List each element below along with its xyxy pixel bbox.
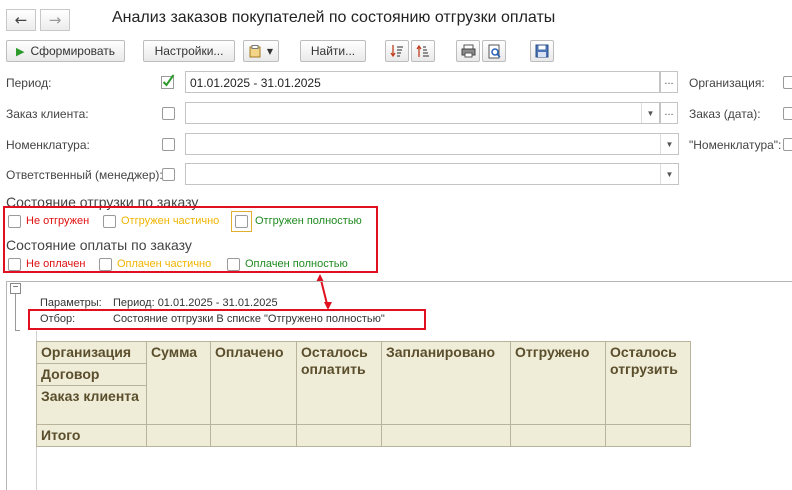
total-left-to-ship (605, 424, 691, 447)
print-preview-icon (488, 44, 501, 58)
sort-ascending-icon (390, 45, 403, 58)
payment-status-title: Состояние оплаты по заказу (6, 237, 192, 253)
client-order-field[interactable]: ▼ (185, 102, 660, 124)
nomenclature-quoted-label: "Номенклатура": (689, 138, 782, 152)
filter-value: Состояние отгрузки В списке "Отгружено п… (113, 313, 385, 325)
check-icon (161, 74, 175, 89)
report-left-border (6, 281, 7, 490)
total-paid (210, 424, 297, 447)
preview-button[interactable] (482, 40, 506, 62)
window-title: Анализ заказов покупателей по состоянию … (112, 9, 556, 26)
find-button[interactable]: Найти... (300, 40, 366, 62)
order-date-label: Заказ (дата): (689, 107, 761, 121)
minus-icon: − (12, 282, 19, 293)
save-button[interactable] (530, 40, 554, 62)
not-paid-label: Не оплачен (26, 258, 86, 270)
manager-checkbox[interactable] (162, 168, 175, 181)
not-paid-checkbox[interactable] (8, 258, 21, 271)
total-left-to-pay (296, 424, 382, 447)
header-sum: Сумма (146, 341, 211, 425)
header-left-to-ship: Осталось отгрузить (605, 341, 691, 425)
not-shipped-label: Не отгружен (26, 215, 90, 227)
variants-dropdown-button[interactable]: ▼ (243, 40, 279, 62)
organization-label: Организация: (689, 76, 765, 90)
header-left-to-pay: Осталось оплатить (296, 341, 382, 425)
client-order-checkbox[interactable] (162, 107, 175, 120)
sort-descending-button[interactable] (411, 40, 435, 62)
chevron-down-icon[interactable]: ▼ (660, 164, 678, 184)
generate-button[interactable]: ▶ Сформировать (6, 40, 125, 62)
print-button[interactable] (456, 40, 480, 62)
floppy-disk-icon (535, 44, 549, 58)
group-line (15, 294, 16, 330)
group-line-end (15, 330, 20, 331)
sort-ascending-button[interactable] (385, 40, 409, 62)
header-shipped: Отгружено (510, 341, 606, 425)
collapse-group-button[interactable]: − (10, 283, 21, 294)
chevron-down-icon[interactable]: ▼ (641, 103, 659, 123)
period-checkbox[interactable] (161, 74, 175, 89)
organization-checkbox[interactable] (783, 76, 792, 89)
manager-field[interactable]: ▼ (185, 163, 679, 185)
partially-paid-checkbox[interactable] (99, 258, 112, 271)
settings-button[interactable]: Настройки... (143, 40, 235, 62)
nomenclature-quoted-checkbox[interactable] (783, 138, 792, 151)
header-contract: Договор (36, 363, 147, 386)
nomenclature-checkbox[interactable] (162, 138, 175, 151)
total-label: Итого (36, 424, 147, 447)
partially-shipped-checkbox[interactable] (103, 215, 116, 228)
partially-shipped-label: Отгружен частично (121, 215, 220, 227)
total-planned (381, 424, 511, 447)
fully-paid-checkbox[interactable] (227, 258, 240, 271)
report-table: Организация Сумма Оплачено Осталось опла… (36, 341, 691, 447)
chevron-down-icon: ▼ (266, 46, 274, 56)
client-order-choose-button[interactable]: ... (660, 102, 678, 124)
fully-shipped-checkbox[interactable] (235, 215, 248, 228)
arrow-left-icon: ← (14, 11, 28, 29)
play-icon: ▶ (15, 45, 25, 58)
generate-label: Сформировать (30, 44, 116, 58)
parameters-value: Период: 01.01.2025 - 31.01.2025 (113, 297, 278, 309)
parameters-label: Параметры: (40, 297, 102, 309)
header-planned: Запланировано (381, 341, 511, 425)
forward-button[interactable]: → (40, 9, 70, 31)
period-choose-button[interactable]: ... (660, 71, 678, 93)
total-sum (146, 424, 211, 447)
client-order-label: Заказ клиента: (6, 107, 89, 121)
chevron-down-icon[interactable]: ▼ (660, 134, 678, 154)
printer-icon (461, 44, 475, 58)
fully-paid-label: Оплачен полностью (245, 258, 348, 270)
period-label: Период: (6, 76, 52, 90)
total-shipped (510, 424, 606, 447)
not-shipped-checkbox[interactable] (8, 215, 21, 228)
manager-label: Ответственный (менеджер): (6, 168, 163, 182)
settings-label: Настройки... (154, 44, 224, 58)
header-organization: Организация (36, 341, 147, 364)
arrow-right-icon: → (48, 11, 62, 29)
back-button[interactable]: ← (6, 9, 36, 31)
fully-shipped-label: Отгружен полностью (255, 215, 362, 227)
header-client-order: Заказ клиента (36, 385, 147, 425)
period-field[interactable]: 01.01.2025 - 31.01.2025 (185, 71, 660, 93)
filter-label: Отбор: (40, 313, 76, 325)
report-variants-icon (249, 44, 261, 57)
partially-paid-label: Оплачен частично (117, 258, 212, 270)
nomenclature-field[interactable]: ▼ (185, 133, 679, 155)
order-date-checkbox[interactable] (783, 107, 792, 120)
sort-descending-icon (416, 44, 429, 57)
find-label: Найти... (310, 44, 356, 58)
header-paid: Оплачено (210, 341, 297, 425)
nomenclature-label: Номенклатура: (6, 138, 90, 152)
